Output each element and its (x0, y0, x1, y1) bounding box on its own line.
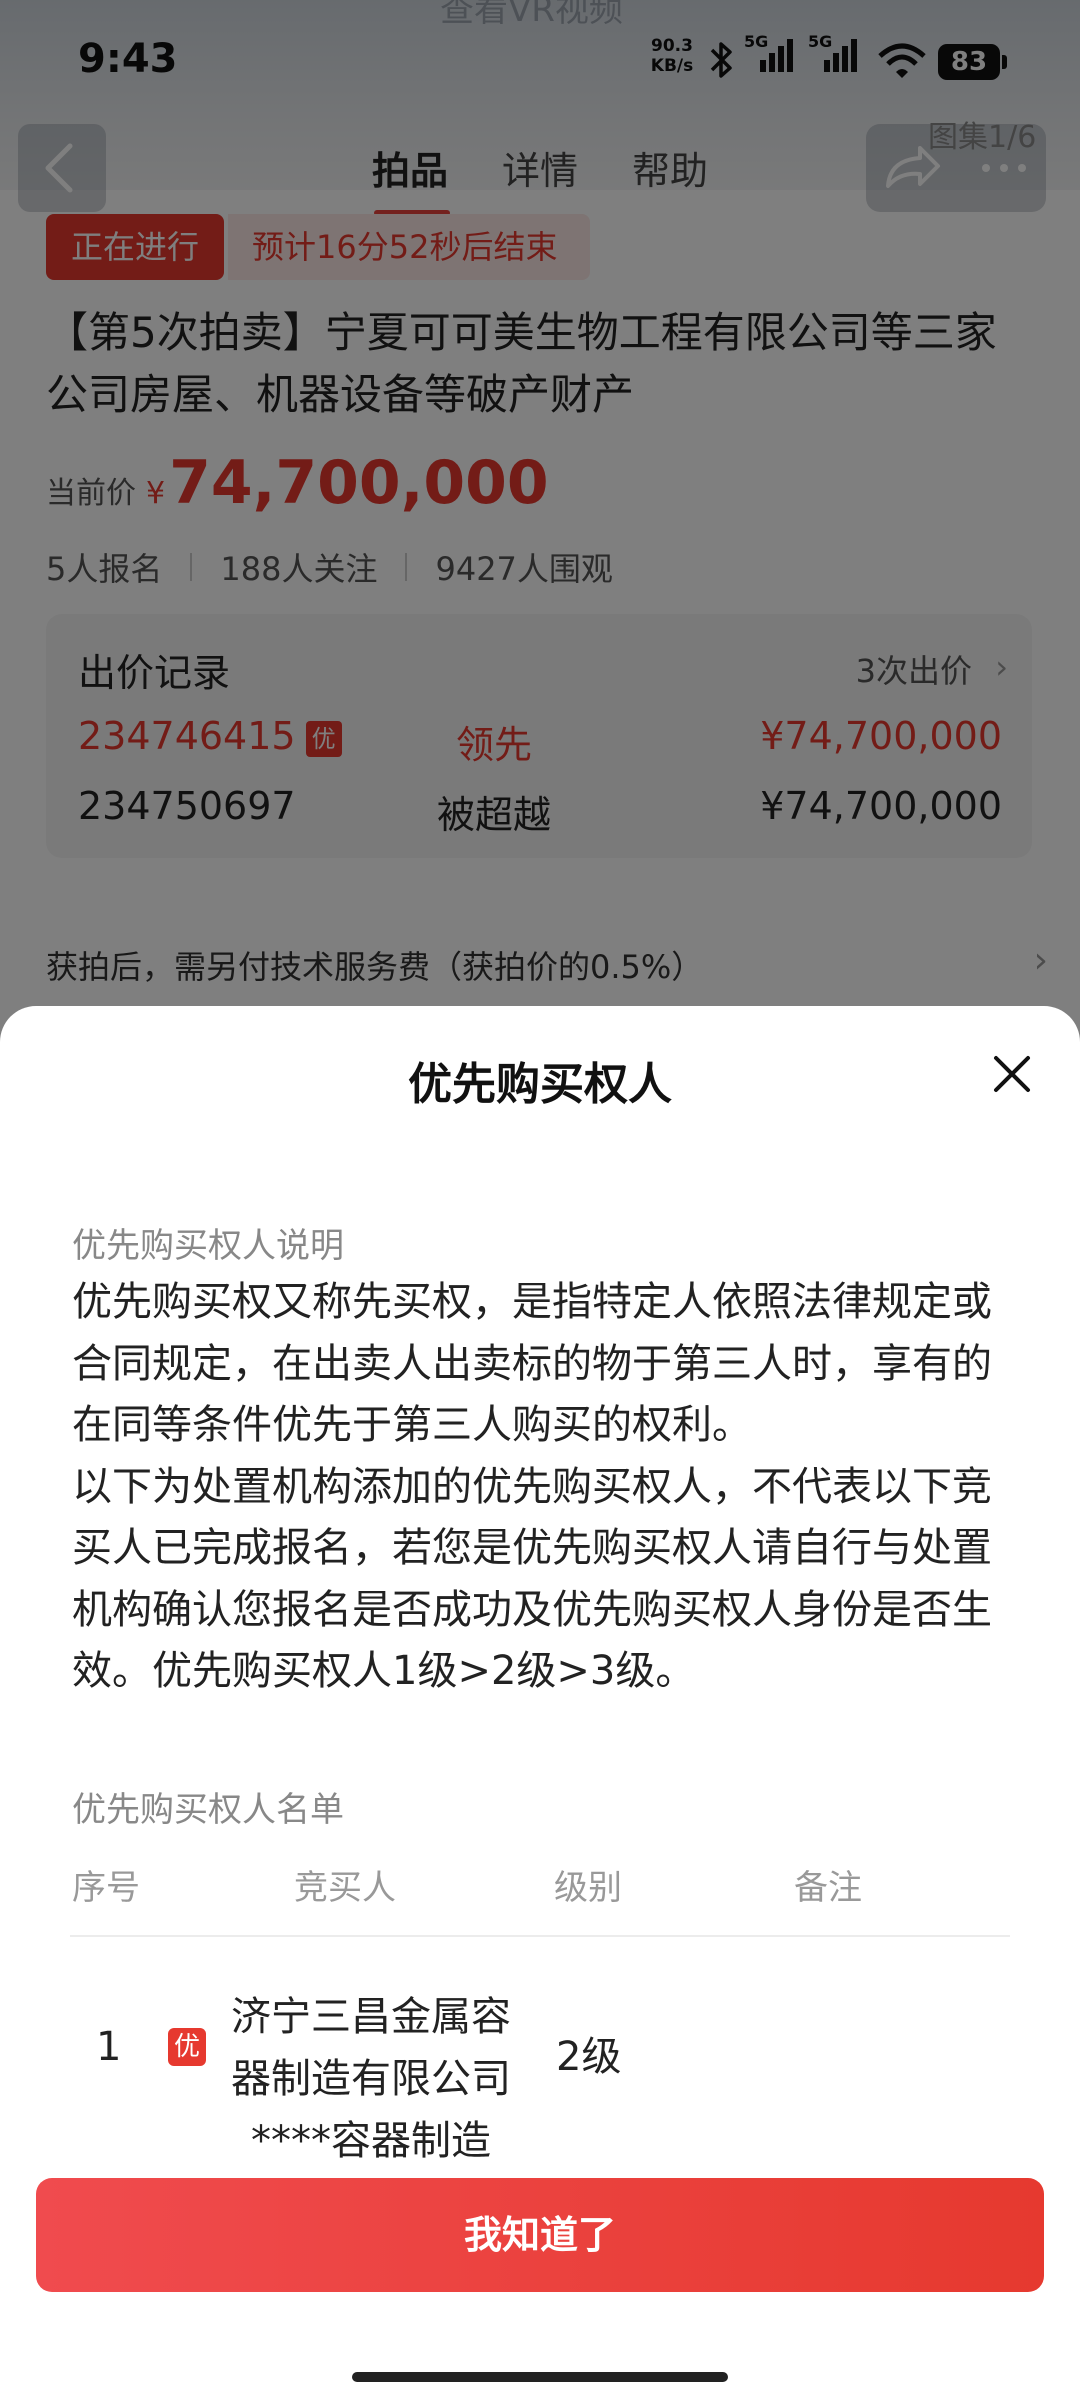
col-bidder: 竞买人 (294, 1868, 396, 1908)
bidder-name: 济宁三昌金属容器制造有限公司 ****容器制造 (216, 1986, 526, 2172)
sheet-title: 优先购买权人 (408, 1059, 672, 1110)
priority-buyer-sheet: 优先购买权人 优先购买权人说明 优先购买权又称先买权，是指特定人依照法律规定或合… (0, 1006, 1080, 2400)
list-label: 优先购买权人名单 (72, 1790, 344, 1830)
confirm-button[interactable]: 我知道了 (36, 2178, 1044, 2292)
row-level: 2级 (556, 2034, 622, 2080)
home-indicator[interactable] (352, 2372, 728, 2382)
col-index: 序号 (72, 1868, 140, 1908)
desc-paragraph-2: 以下为处置机构添加的优先购买权人，不代表以下竞买人已完成报名，若您是优先购买权人… (72, 1463, 992, 1695)
row-index: 1 (96, 2024, 122, 2070)
col-remark: 备注 (794, 1868, 862, 1908)
close-icon[interactable] (984, 1046, 1040, 1102)
table-divider (70, 1935, 1010, 1937)
desc-label: 优先购买权人说明 (72, 1226, 344, 1266)
description: 优先购买权又称先买权，是指特定人依照法律规定或合同规定，在出卖人出卖标的物于第三… (72, 1272, 1012, 1703)
priority-badge: 优 (168, 2028, 206, 2066)
desc-paragraph-1: 优先购买权又称先买权，是指特定人依照法律规定或合同规定，在出卖人出卖标的物于第三… (72, 1279, 992, 1448)
bidder-full-name: 济宁三昌金属容器制造有限公司 (231, 1994, 511, 2102)
col-level: 级别 (554, 1868, 622, 1908)
bidder-masked-name: ****容器制造 (251, 2118, 491, 2164)
